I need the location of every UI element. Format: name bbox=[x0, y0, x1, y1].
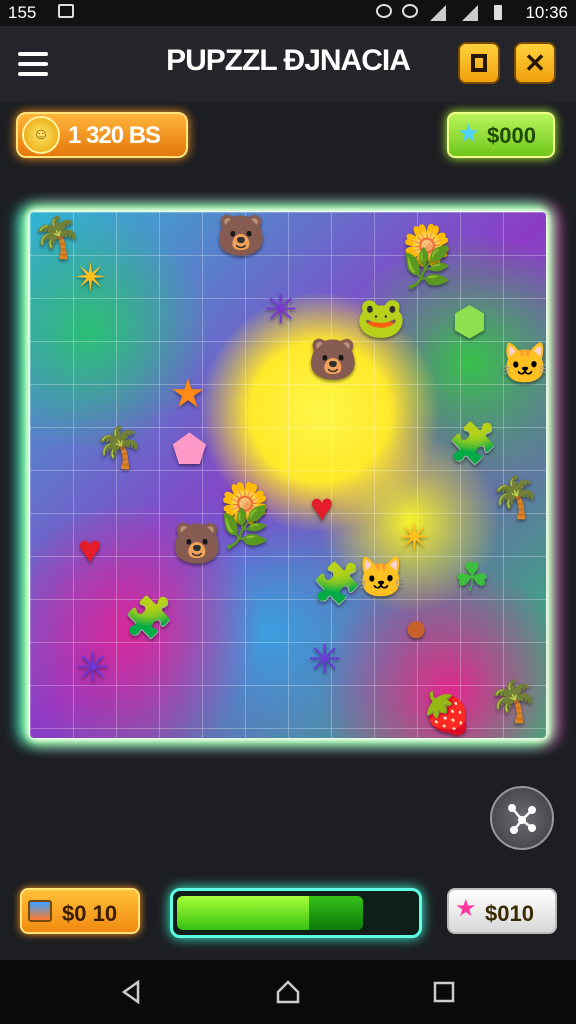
navigation-bar bbox=[0, 960, 576, 1024]
bear-icon[interactable]: 🐻 bbox=[216, 216, 266, 256]
puzzle-piece-icon[interactable]: 🧩 bbox=[448, 424, 498, 464]
close-button[interactable]: ✕ bbox=[514, 42, 556, 84]
share-icon bbox=[508, 804, 536, 834]
star-reward-button[interactable]: ★ $010 bbox=[447, 888, 557, 934]
battery-icon bbox=[494, 5, 502, 20]
cat-icon[interactable]: 🐱 bbox=[356, 558, 406, 598]
leaf-icon[interactable]: 🌿 bbox=[402, 248, 452, 288]
frog-icon[interactable]: 🐸 bbox=[356, 298, 406, 338]
purple-leaf-icon[interactable]: ✳ bbox=[76, 648, 110, 688]
coin-face-icon: ☺ bbox=[22, 116, 60, 154]
palm-leaf-icon[interactable]: 🌴 bbox=[488, 682, 538, 722]
reward-value: $010 bbox=[485, 901, 534, 926]
picture-hint-button[interactable]: $0 10 bbox=[20, 888, 140, 934]
star-leaf-icon[interactable]: ✴ bbox=[74, 258, 108, 298]
gem-count: $000 bbox=[487, 123, 536, 148]
share-button[interactable] bbox=[490, 786, 554, 850]
pause-button[interactable] bbox=[458, 42, 500, 84]
strawberry-icon[interactable]: 🍓 bbox=[422, 694, 472, 734]
home-icon[interactable] bbox=[274, 978, 302, 1006]
clover-icon[interactable]: ☘ bbox=[454, 558, 490, 598]
bear-icon[interactable]: 🐻 bbox=[308, 340, 358, 380]
owl-icon[interactable]: ● bbox=[404, 608, 428, 648]
bear-icon[interactable]: 🐻 bbox=[172, 524, 222, 564]
progress-segment bbox=[309, 896, 363, 930]
purple-leaf-icon[interactable]: ✳ bbox=[308, 640, 342, 680]
game-title: PUPZZL ƉJNACIA bbox=[166, 44, 411, 77]
puzzle-board[interactable]: 🌴 🐻 🌼 🌿 ✴ ✳ 🐸 ⬢ 🐻 🐱 ★ 🌴 ⬟ 🧩 🌼 🌿 ♥ 🌴 ♥ 🐻 ✴ 🐱 🧩 ☘ 🧩 ● ✳ ✳ 🍓 🌴 bbox=[30, 212, 546, 738]
square-icon bbox=[471, 54, 487, 72]
heart-icon[interactable]: ♥ bbox=[78, 530, 102, 570]
close-icon: ✕ bbox=[524, 48, 546, 78]
hint-cost: $0 10 bbox=[62, 901, 118, 926]
activity-icon bbox=[58, 4, 74, 18]
status-time-right: 10:36 bbox=[525, 3, 568, 22]
status-bar: 155 10:36 bbox=[0, 0, 576, 26]
green-gem-icon[interactable]: ⬢ bbox=[452, 302, 487, 342]
cell-signal-icon bbox=[462, 5, 478, 21]
back-icon[interactable] bbox=[118, 978, 146, 1006]
star-leaf-icon[interactable]: ✴ bbox=[398, 518, 432, 558]
pink-gem-icon[interactable]: ⬟ bbox=[172, 430, 207, 470]
leaf-icon[interactable]: 🌿 bbox=[220, 508, 270, 548]
palm-leaf-icon[interactable]: 🌴 bbox=[94, 428, 144, 468]
orange-star-icon[interactable]: ★ bbox=[170, 374, 206, 414]
gem-counter[interactable]: ★ $000 bbox=[447, 112, 555, 158]
palm-leaf-icon[interactable]: 🌴 bbox=[32, 218, 82, 258]
rainbow-star-icon: ★ bbox=[455, 895, 477, 922]
recents-icon[interactable] bbox=[430, 978, 458, 1006]
puzzle-piece-icon[interactable]: 🧩 bbox=[124, 598, 174, 638]
puzzle-board-frame: 🌴 🐻 🌼 🌿 ✴ ✳ 🐸 ⬢ 🐻 🐱 ★ 🌴 ⬟ 🧩 🌼 🌿 ♥ 🌴 ♥ 🐻 ✴ 🐱 🧩 ☘ 🧩 ● ✳ ✳ 🍓 🌴 bbox=[30, 212, 546, 738]
hamburger-menu-icon[interactable] bbox=[18, 52, 48, 76]
level-progress-bar bbox=[170, 888, 422, 938]
coin-counter[interactable]: ☺ 1 320 BS bbox=[16, 112, 188, 158]
wifi-signal-icon bbox=[430, 5, 446, 21]
coin-count: 1 320 BS bbox=[68, 122, 161, 149]
location-icon bbox=[402, 4, 418, 18]
alarm-icon bbox=[376, 4, 392, 18]
cat-icon[interactable]: 🐱 bbox=[500, 344, 546, 384]
picture-icon bbox=[28, 900, 52, 922]
status-time-left: 155 bbox=[8, 3, 37, 22]
palm-leaf-icon[interactable]: 🌴 bbox=[490, 478, 540, 518]
top-bar: PUPZZL ƉJNACIA ✕ bbox=[0, 26, 576, 102]
puzzle-piece-icon[interactable]: 🧩 bbox=[312, 564, 362, 604]
blue-star-icon: ★ bbox=[457, 118, 481, 148]
purple-leaf-icon[interactable]: ✳ bbox=[264, 290, 298, 330]
heart-icon[interactable]: ♥ bbox=[310, 488, 334, 528]
